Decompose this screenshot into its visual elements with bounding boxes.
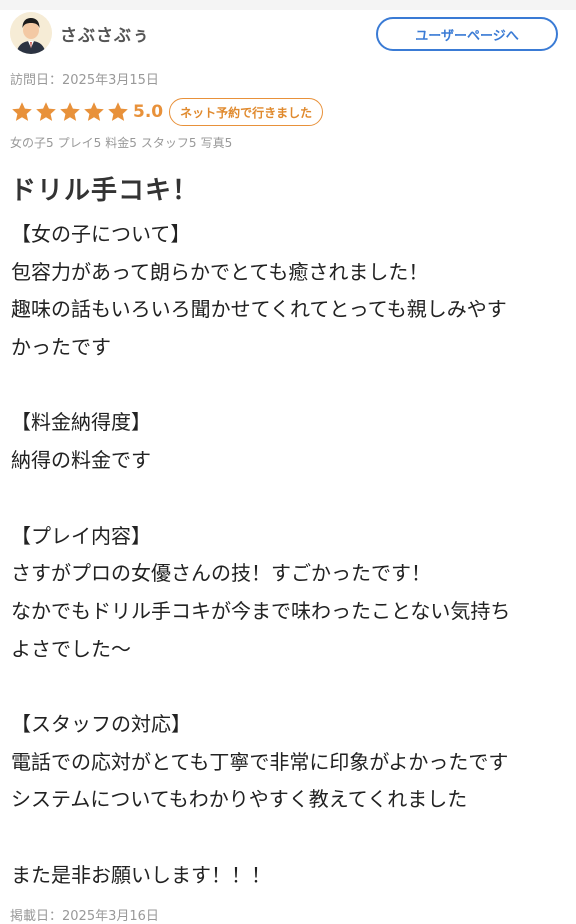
review-text-line: また是非お願いします！！！ [11,862,271,887]
review-body: 【女の子について】包容力があって朗らかでとても癒されました！ 趣味の話もいろいろ聞… [11,216,567,894]
visit-date: 訪問日：2025年3月15日 [10,73,159,88]
review-header: さぶさぶぅ ユーザーページへ [10,12,566,56]
sub-ratings: 女の子5 プレイ5 料金5 スタッフ5 写真5 [10,134,232,151]
review-text-line: 【スタッフの対応】 [11,711,191,736]
sub-rating-item: プレイ5 [57,136,102,150]
review-title: ドリル手コキ！ [10,176,200,206]
booking-badge: ネット予約で行きました [169,98,324,126]
rating-row: 5.0 ネット予約で行きました [10,97,324,127]
username[interactable]: さぶさぶぅ [60,21,150,46]
review-text-line: 【プレイ内容】 [11,523,151,548]
rating-score: 5.0 [133,102,164,122]
review-text-line: かったです [11,335,111,360]
review-card: さぶさぶぅ ユーザーページへ 訪問日：2025年3月15日 5.0 ネット予約で… [0,0,576,924]
sub-rating-item: 写真5 [200,136,233,150]
user-page-button[interactable]: ユーザーページへ [376,17,558,51]
review-text-line: 包容力があって朗らかでとても癒されました！ [11,259,429,284]
review-text-line: なかでもドリル手コキが今まで味わったことない気持ち [11,598,511,623]
review-text-line: よさでした～ [11,636,131,661]
review-text-line: 電話での応対がとても丁寧で非常に印象がよかったです [11,749,509,774]
sub-rating-item: 料金5 [105,136,137,150]
star-icon [106,100,130,124]
review-text-line: 趣味の話もいろいろ聞かせてくれてとっても親しみやす [11,297,507,322]
sub-rating-item: 女の子5 [10,136,54,150]
review-text-line: 【料金納得度】 [11,410,151,435]
review-text-line: さすがプロの女優さんの技！すごかったです！ [11,561,431,586]
user-avatar-icon[interactable] [10,12,52,54]
review-text-line: 納得の料金です [11,448,151,473]
review-text-line: 【女の子について】 [11,222,191,246]
star-icon [34,100,58,124]
sub-rating-item: スタッフ5 [140,136,197,150]
star-icon [58,100,82,124]
star-rating [10,100,130,124]
star-icon [82,100,106,124]
review-text-line: システムについてもわかりやすく教えてくれました [11,787,468,812]
posted-date: 掲載日：2025年3月16日 [10,909,159,924]
star-icon [10,100,34,124]
